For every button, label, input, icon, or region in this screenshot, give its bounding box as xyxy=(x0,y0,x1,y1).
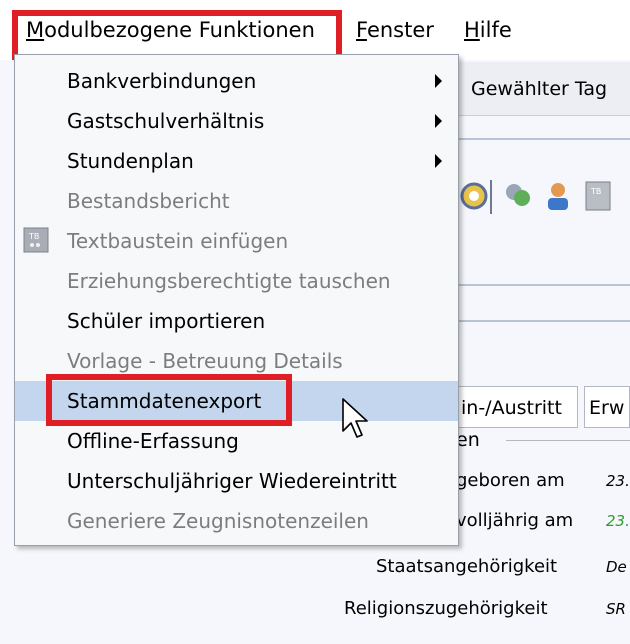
svg-text:TB: TB xyxy=(28,232,39,241)
menu-item-label: Offline-Erfassung xyxy=(67,429,239,453)
textbaustein-icon: TB xyxy=(23,227,49,253)
menu-item-generiere-zeugnisnotenzeilen[interactable]: Generiere Zeugnisnotenzeilen xyxy=(15,501,458,541)
menu-item-offline-erfassung[interactable]: Offline-Erfassung xyxy=(15,421,458,461)
highlight-box-stammdatenexport xyxy=(46,374,292,426)
group-icon[interactable] xyxy=(502,180,534,212)
left-edge xyxy=(0,60,14,580)
menu-item-label: Bestandsbericht xyxy=(67,189,230,213)
menu-item-label: Bankverbindungen xyxy=(67,69,257,93)
menu-item-erziehungsberechtigte-tauschen[interactable]: Erziehungsberechtigte tauschen xyxy=(15,261,458,301)
menu-item-bankverbindungen[interactable]: Bankverbindungen xyxy=(15,61,458,101)
selected-day-label: Gewählter Tag xyxy=(471,78,608,100)
menu-fenster[interactable]: Fenster xyxy=(356,10,434,50)
menu-label-rest: ilfe xyxy=(479,18,512,42)
tab-label: Erw xyxy=(589,397,625,419)
menu-item-unterschuljaehriger-wiedereintritt[interactable]: Unterschuljähriger Wiedereintritt xyxy=(15,461,458,501)
dropdown-menu: Bankverbindungen Gastschulverhältnis Stu… xyxy=(14,54,459,546)
submenu-arrow-icon xyxy=(435,154,442,168)
group-label: en xyxy=(456,429,480,451)
menu-mnemonic: H xyxy=(464,18,480,42)
refresh-icon[interactable] xyxy=(458,180,490,212)
mouse-cursor-icon xyxy=(342,398,368,438)
menu-item-gastschulverhaeltnis[interactable]: Gastschulverhältnis xyxy=(15,101,458,141)
menu-item-schueler-importieren[interactable]: Schüler importieren xyxy=(15,301,458,341)
menu-mnemonic: F xyxy=(356,18,367,42)
toolbar-separator xyxy=(490,180,492,214)
menu-item-label: Stundenplan xyxy=(67,149,194,173)
menu-item-label: Unterschuljähriger Wiedereintritt xyxy=(67,469,397,493)
value-religionszugehoerigkeit: SR xyxy=(606,600,626,618)
selected-day-tab[interactable]: Gewählter Tag xyxy=(456,62,630,116)
label-volljaehrig-am: volljährig am xyxy=(456,510,574,531)
menu-item-stundenplan[interactable]: Stundenplan xyxy=(15,141,458,181)
menu-item-label: Schüler importieren xyxy=(67,309,266,333)
menu-item-textbaustein-einfuegen[interactable]: TB Textbaustein einfügen xyxy=(15,221,458,261)
tab-austritt[interactable]: in-/Austritt xyxy=(456,386,578,428)
group-line xyxy=(506,440,630,441)
value-volljaehrig-am: 23. xyxy=(606,512,630,530)
menu-item-label: Erziehungsberechtigte tauschen xyxy=(67,269,391,293)
label-geboren-am: geboren am xyxy=(456,470,565,491)
toolbar: TB xyxy=(456,176,630,218)
value-staatsangehoerigkeit: De xyxy=(606,558,627,576)
menu-item-label: Generiere Zeugnisnotenzeilen xyxy=(67,509,369,533)
menu-item-label: Textbaustein einfügen xyxy=(67,229,289,253)
submenu-arrow-icon xyxy=(435,114,442,128)
label-staatsangehoerigkeit: Staatsangehörigkeit xyxy=(376,556,558,577)
menu-hilfe[interactable]: Hilfe xyxy=(464,10,512,50)
tab-label: in-/Austritt xyxy=(461,397,562,419)
label-religionszugehoerigkeit: Religionszugehörigkeit xyxy=(344,598,548,619)
textbaustein-toolbar-icon[interactable]: TB xyxy=(582,180,614,212)
value-geboren-am: 23. xyxy=(606,472,630,490)
submenu-arrow-icon xyxy=(435,74,442,88)
menu-item-label: Gastschulverhältnis xyxy=(67,109,265,133)
menu-item-bestandsbericht[interactable]: Bestandsbericht xyxy=(15,181,458,221)
user-icon[interactable] xyxy=(542,180,574,212)
tab-erw[interactable]: Erw xyxy=(584,386,630,428)
menu-label-rest: enster xyxy=(366,18,434,42)
svg-text:TB: TB xyxy=(590,187,601,196)
